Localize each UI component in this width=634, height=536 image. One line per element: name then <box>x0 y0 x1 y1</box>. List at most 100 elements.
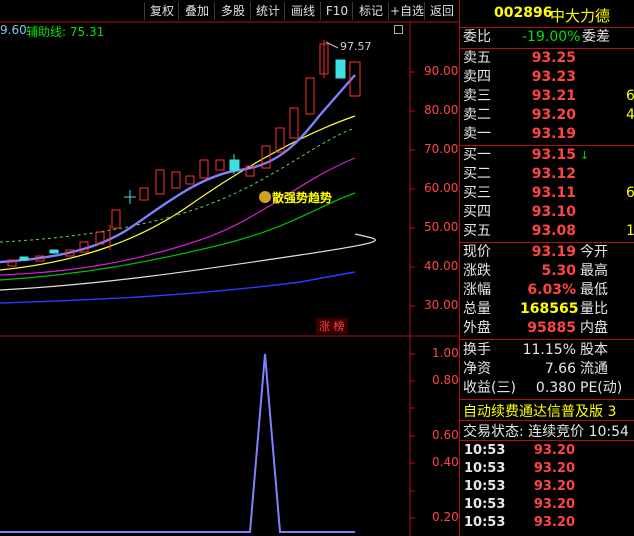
promo-link[interactable]: 自动续费通达信普及版 3 <box>463 401 616 421</box>
ask-label: 卖一 <box>463 126 491 142</box>
ask-label: 卖四 <box>463 69 491 85</box>
fin-label: 净资 <box>463 361 491 377</box>
tick-price: 93.20 <box>533 515 575 530</box>
bid-label: 买三 <box>463 185 491 201</box>
sub-axis-label: 1.00 <box>432 346 459 360</box>
tick-row: 10:53 93.20 <box>460 442 634 460</box>
sub-axis-label: 0.80 <box>432 373 459 387</box>
quote-label2: 今开 <box>580 244 608 260</box>
fin-row: 换手 11.15% 股本 <box>460 341 634 360</box>
ask-volume: 6 <box>626 88 634 104</box>
quote-label: 外盘 <box>463 320 491 336</box>
quote-value: 6.03% <box>527 282 576 298</box>
quote-row: 涨幅 6.03% 最低 <box>460 281 634 300</box>
tick-row: 10:53 93.20 <box>460 478 634 496</box>
ask-price: 93.19 <box>531 126 576 142</box>
fin-label: 换手 <box>463 342 491 358</box>
ask-label: 卖二 <box>463 107 491 123</box>
quote-label: 涨跌 <box>463 263 491 279</box>
sub-axis-label: 0.40 <box>432 455 459 469</box>
tick-row: 10:53 93.20 <box>460 496 634 514</box>
price-axis-label: 30.00 <box>424 298 459 312</box>
weibi-row: 委比 -19.00% 委差 <box>460 28 634 47</box>
quote-row: 外盘 95885 内盘 <box>460 319 634 338</box>
quote-value: 93.19 <box>531 244 576 260</box>
quote-label2: 最高 <box>580 263 608 279</box>
quote-row: 现价 93.19 今开 <box>460 243 634 262</box>
fin-value: 11.15% <box>522 342 576 358</box>
bid-price: 93.12 <box>531 166 576 182</box>
bid-price: 93.11 <box>531 185 576 201</box>
tick-price: 93.20 <box>533 479 575 494</box>
ask-row[interactable]: 卖四 93.23 <box>460 68 634 87</box>
fin-label2: 股本 <box>580 342 608 358</box>
quote-row: 总量 168565 量比 <box>460 300 634 319</box>
quote-value: 168565 <box>520 301 579 317</box>
kline-chart <box>0 21 459 536</box>
bid-row[interactable]: 买四 93.10 <box>460 203 634 222</box>
tick-row: 10:53 93.20 <box>460 460 634 478</box>
tick-time: 10:53 <box>464 515 506 530</box>
price-axis-label: 40.00 <box>424 259 459 273</box>
quote-row: 涨跌 5.30 最高 <box>460 262 634 281</box>
price-axis-label: 90.00 <box>424 64 459 78</box>
weicha-label: 委差 <box>582 29 610 45</box>
tick-row: 10:53 93.20 <box>460 514 634 532</box>
tick-time: 10:53 <box>464 443 506 458</box>
quote-label: 现价 <box>463 244 491 260</box>
quote-value: 5.30 <box>541 263 576 279</box>
tick-time: 10:53 <box>464 497 506 512</box>
tick-time: 10:53 <box>464 479 506 494</box>
bid-price: 93.08 <box>531 223 576 239</box>
weibi-label: 委比 <box>463 29 491 45</box>
quote-panel: 002896 中大力德 委比 -19.00% 委差 卖五 93.25 卖四 93… <box>459 0 634 536</box>
ask-price: 93.20 <box>531 107 576 123</box>
fin-row: 净资 7.66 流通 <box>460 360 634 379</box>
fin-label2: PE(动) <box>580 380 623 396</box>
bid-volume: 6 <box>626 185 634 201</box>
quote-label2: 量比 <box>580 301 608 317</box>
quote-label2: 最低 <box>580 282 608 298</box>
ask-row[interactable]: 卖二 93.20 4 <box>460 106 634 125</box>
bid-label: 买一 <box>463 147 491 163</box>
ask-price: 93.25 <box>531 50 576 66</box>
weibi-value: -19.00% <box>522 29 581 45</box>
fin-label: 收益(三) <box>463 380 516 396</box>
stock-name: 中大力德 <box>550 7 611 25</box>
stock-code: 002896 <box>494 5 553 21</box>
bid-row[interactable]: 买一 93.15 ↓ <box>460 146 634 165</box>
quote-label: 涨幅 <box>463 282 491 298</box>
bid-row[interactable]: 买三 93.11 6 <box>460 184 634 203</box>
down-arrow-icon: ↓ <box>580 149 590 162</box>
bid-price: 93.10 <box>531 204 576 220</box>
bid-row[interactable]: 买五 93.08 1 <box>460 222 634 241</box>
quote-label2: 内盘 <box>580 320 608 336</box>
fin-row: 收益(三) 0.380 PE(动) <box>460 379 634 398</box>
bid-label: 买四 <box>463 204 491 220</box>
fin-value: 0.380 <box>535 380 576 396</box>
tick-time: 10:53 <box>464 461 506 476</box>
price-axis-label: 80.00 <box>424 103 459 117</box>
ask-label: 卖三 <box>463 88 491 104</box>
tick-price: 93.20 <box>533 461 575 476</box>
ask-price: 93.21 <box>531 88 576 104</box>
trade-status: 交易状态: 连续竞价 10:54 <box>463 424 629 440</box>
price-axis-label: 60.00 <box>424 181 459 195</box>
tick-price: 93.20 <box>533 497 575 512</box>
bid-row[interactable]: 买二 93.12 <box>460 165 634 184</box>
quote-value: 95885 <box>527 320 576 336</box>
ask-row[interactable]: 卖三 93.21 6 <box>460 87 634 106</box>
bid-volume: 1 <box>626 223 634 239</box>
ask-price: 93.23 <box>531 69 576 85</box>
sub-axis-label: 0.60 <box>432 428 459 442</box>
tick-price: 93.20 <box>533 443 575 458</box>
sub-axis-label: 0.20 <box>432 510 459 524</box>
ask-row[interactable]: 卖五 93.25 <box>460 49 634 68</box>
price-axis-label: 50.00 <box>424 220 459 234</box>
bid-price: 93.15 <box>531 147 576 163</box>
high-price-label: 97.57 <box>340 40 372 53</box>
ask-label: 卖五 <box>463 50 491 66</box>
rank-badge[interactable]: 涨 榜 <box>316 318 348 334</box>
ask-row[interactable]: 卖一 93.19 <box>460 125 634 144</box>
ask-volume: 4 <box>626 107 634 123</box>
